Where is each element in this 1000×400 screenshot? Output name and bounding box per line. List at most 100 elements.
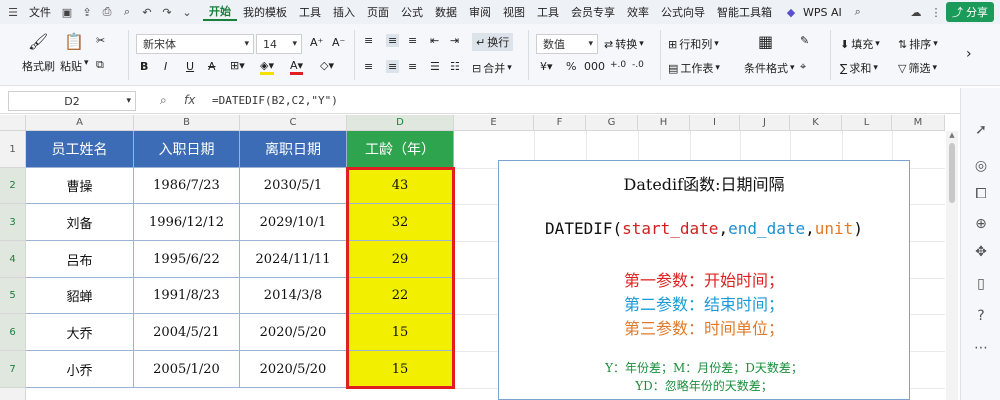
cond-format-button[interactable]: 条件格式 ▾	[744, 60, 795, 76]
align-center-icon[interactable]: ≡	[386, 60, 400, 73]
column-header-f[interactable]: F	[534, 115, 586, 131]
select-pointer-icon[interactable]: ➚	[971, 120, 991, 140]
italic-icon[interactable]: I	[164, 60, 167, 73]
search-icon-2[interactable]: ⌕	[851, 5, 865, 19]
search-icon[interactable]: ⌕	[120, 5, 134, 19]
paste-button[interactable]: 粘贴	[60, 58, 82, 74]
table-cell[interactable]: 2029/10/1	[240, 204, 347, 241]
table-style-icon[interactable]: ✎	[800, 34, 809, 47]
column-header-a[interactable]: A	[26, 115, 134, 131]
header-cell-name[interactable]: 员工姓名	[26, 131, 134, 168]
row-header-8[interactable]	[0, 388, 26, 400]
font-size-select[interactable]: 14 ▾	[256, 34, 302, 54]
table-cell[interactable]: 刘备	[26, 204, 134, 241]
header-cell-years[interactable]: 工龄（年）	[347, 131, 454, 168]
sort-button[interactable]: ⇅ 排序 ▾	[898, 36, 938, 52]
table-cell[interactable]: 1986/7/23	[134, 168, 240, 204]
cond-format-icon[interactable]: ▦	[758, 32, 773, 51]
tab-formula-wizard[interactable]: 公式向导	[655, 4, 711, 20]
tab-insert[interactable]: 插入	[327, 4, 361, 20]
scrollbar-thumb[interactable]	[949, 143, 955, 203]
column-header-g[interactable]: G	[586, 115, 638, 131]
bold-icon[interactable]: B	[140, 60, 148, 73]
justify-icon[interactable]: ☷	[450, 60, 460, 73]
indent-increase-icon[interactable]: ⇥	[450, 34, 459, 47]
clear-format-icon[interactable]: ◇▾	[320, 59, 334, 72]
share-button[interactable]: ⤴ 分享	[946, 2, 994, 22]
header-cell-hire-date[interactable]: 入职日期	[134, 131, 240, 168]
fill-color-icon[interactable]: ◈▾	[260, 59, 274, 75]
menu-icon[interactable]: ☰	[6, 5, 20, 19]
convert-button[interactable]: ⇄ 转换 ▾	[604, 36, 644, 52]
tab-efficiency[interactable]: 效率	[621, 4, 655, 20]
tab-tools-2[interactable]: 工具	[531, 4, 565, 20]
tab-tools[interactable]: 工具	[293, 4, 327, 20]
sum-button[interactable]: ∑ 求和 ▾	[840, 60, 878, 76]
wrap-text-button[interactable]: ↵ 换行	[472, 33, 514, 51]
format-painter-icon[interactable]: 🖌	[28, 32, 48, 51]
tools-icon[interactable]: ✥	[971, 242, 991, 262]
paste-icon[interactable]: 📋	[64, 32, 84, 51]
ribbon-scroll-right-icon[interactable]: ›	[966, 46, 972, 62]
column-header-k[interactable]: K	[790, 115, 842, 131]
vertical-scrollbar[interactable]: ▲	[946, 131, 958, 400]
formula-input[interactable]: =DATEDIF(B2,C2,"Y")	[212, 94, 338, 107]
save-icon[interactable]: ▣	[60, 5, 74, 19]
strikethrough-icon[interactable]: A	[208, 60, 216, 73]
table-cell[interactable]: 2014/3/8	[240, 278, 347, 314]
font-color-icon[interactable]: A▾	[290, 59, 304, 75]
align-right-icon[interactable]: ≡	[408, 60, 417, 73]
table-cell[interactable]: 1995/6/22	[134, 241, 240, 278]
row-header-7[interactable]: 7	[0, 351, 26, 388]
column-header-m[interactable]: M	[892, 115, 945, 131]
column-header-l[interactable]: L	[842, 115, 892, 131]
table-cell[interactable]: 曹操	[26, 168, 134, 204]
tab-my-templates[interactable]: 我的模板	[237, 4, 293, 20]
scroll-up-icon[interactable]: ▲	[946, 131, 958, 139]
menu-file[interactable]: 文件	[23, 4, 57, 20]
tab-view[interactable]: 视图	[497, 4, 531, 20]
increase-font-icon[interactable]: A⁺	[310, 36, 323, 49]
redo-icon[interactable]: ↷	[160, 5, 174, 19]
comment-icon[interactable]: ⧠	[971, 184, 991, 204]
table-cell[interactable]: 1991/8/23	[134, 278, 240, 314]
table-cell[interactable]: 小乔	[26, 351, 134, 388]
table-cell[interactable]: 2004/5/21	[134, 314, 240, 351]
table-cell[interactable]: 貂蝉	[26, 278, 134, 314]
chevron-down-icon[interactable]: ⌄	[180, 5, 194, 19]
tab-page[interactable]: 页面	[361, 4, 395, 20]
table-cell[interactable]: 大乔	[26, 314, 134, 351]
tab-member[interactable]: 会员专享	[565, 4, 621, 20]
more-icon[interactable]: ⋯	[971, 338, 991, 358]
help-icon[interactable]: ?	[971, 306, 991, 326]
font-name-select[interactable]: 新宋体 ▾	[136, 34, 254, 54]
align-top-icon[interactable]: ≡	[364, 34, 373, 47]
percent-icon[interactable]: %	[566, 60, 576, 73]
format-painter-button[interactable]: 格式刷	[22, 58, 55, 74]
thousands-icon[interactable]: 000	[584, 60, 605, 73]
tab-review[interactable]: 审阅	[463, 4, 497, 20]
column-header-h[interactable]: H	[638, 115, 690, 131]
tab-data[interactable]: 数据	[429, 4, 463, 20]
currency-icon[interactable]: ¥▾	[540, 60, 553, 73]
column-header-d[interactable]: D	[347, 115, 454, 131]
table-cell[interactable]: 2005/1/20	[134, 351, 240, 388]
table-cell[interactable]: 2020/5/20	[240, 314, 347, 351]
number-format-select[interactable]: 数值 ▾	[536, 34, 598, 54]
column-header-e[interactable]: E	[454, 115, 534, 131]
corner-select-all[interactable]	[0, 115, 26, 131]
paste-dropdown-icon[interactable]: ▾	[84, 58, 89, 68]
merge-button[interactable]: ⊟ 合并 ▾	[472, 60, 512, 76]
more-icon[interactable]: ⋮	[929, 5, 943, 19]
cloud-icon[interactable]: ☁	[909, 5, 923, 19]
column-header-i[interactable]: I	[690, 115, 740, 131]
decrease-decimal-icon[interactable]: -.0	[632, 60, 644, 70]
worksheet-button[interactable]: ▤ 工作表 ▾	[668, 60, 720, 76]
table-cell[interactable]: 2024/11/11	[240, 241, 347, 278]
distributed-icon[interactable]: ☰	[430, 60, 440, 73]
column-header-b[interactable]: B	[134, 115, 240, 131]
wps-ai-button[interactable]: WPS AI	[801, 6, 848, 19]
cut-icon[interactable]: ✂	[96, 34, 105, 47]
backup-icon[interactable]: ⊕	[971, 214, 991, 234]
header-cell-leave-date[interactable]: 离职日期	[240, 131, 347, 168]
